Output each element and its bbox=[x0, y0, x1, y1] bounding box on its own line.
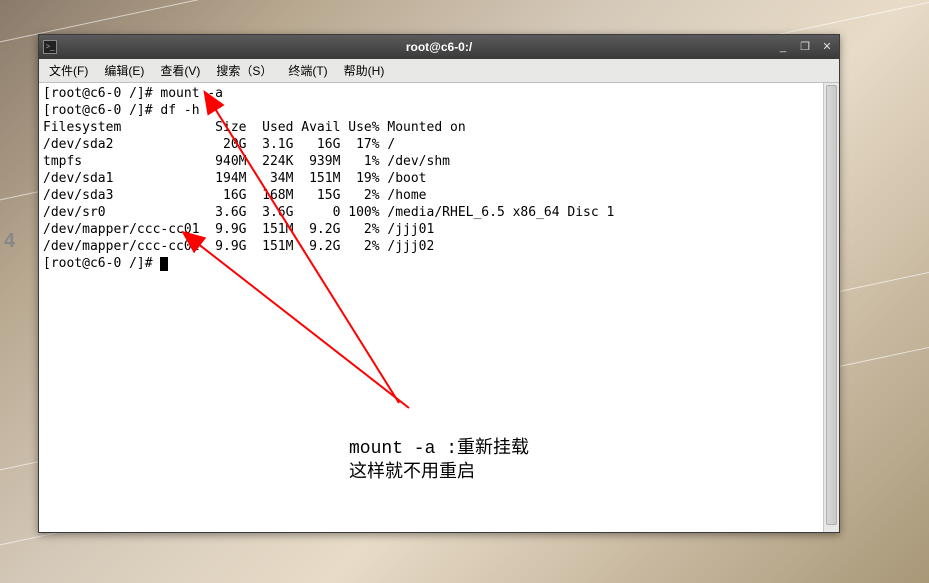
terminal-content[interactable]: [root@c6-0 /]# mount -a [root@c6-0 /]# d… bbox=[39, 83, 823, 532]
term-line: [root@c6-0 /]# df -h bbox=[43, 103, 200, 118]
cursor bbox=[160, 257, 168, 271]
scrollbar-thumb[interactable] bbox=[826, 85, 837, 525]
terminal-icon: >_ bbox=[43, 40, 57, 54]
term-line: /dev/sda2 20G 3.1G 16G 17% / bbox=[43, 137, 395, 152]
minimize-button[interactable]: _ bbox=[775, 39, 791, 55]
maximize-button[interactable]: ❐ bbox=[797, 39, 813, 55]
term-line: /dev/sda3 16G 168M 15G 2% /home bbox=[43, 188, 427, 203]
term-prompt: [root@c6-0 /]# bbox=[43, 256, 160, 271]
window-title: root@c6-0:/ bbox=[39, 40, 839, 54]
menu-terminal[interactable]: 终端(T) bbox=[280, 60, 335, 81]
annotation-line1: mount -a :重新挂载 bbox=[349, 439, 529, 459]
window-controls: _ ❐ ✕ bbox=[775, 39, 835, 55]
terminal-window: >_ root@c6-0:/ _ ❐ ✕ 文件(F) 编辑(E) 查看(V) 搜… bbox=[38, 34, 840, 533]
term-line: tmpfs 940M 224K 939M 1% /dev/shm bbox=[43, 154, 450, 169]
menu-view[interactable]: 查看(V) bbox=[152, 60, 208, 81]
menu-search[interactable]: 搜索（S） bbox=[208, 60, 280, 81]
term-line: /dev/mapper/ccc-cc02 9.9G 151M 9.2G 2% /… bbox=[43, 239, 434, 254]
term-line: Filesystem Size Used Avail Use% Mounted … bbox=[43, 120, 466, 135]
annotation-text: mount -a :重新挂载 这样就不用重启 bbox=[349, 413, 529, 485]
scrollbar[interactable] bbox=[823, 83, 839, 532]
watermark-number: 4 bbox=[4, 230, 15, 253]
term-line: /dev/sda1 194M 34M 151M 19% /boot bbox=[43, 171, 427, 186]
term-line: [root@c6-0 /]# mount -a bbox=[43, 86, 223, 101]
annotation-line2: 这样就不用重启 bbox=[349, 463, 475, 483]
term-line: /dev/mapper/ccc-cc01 9.9G 151M 9.2G 2% /… bbox=[43, 222, 434, 237]
menu-help[interactable]: 帮助(H) bbox=[336, 60, 393, 81]
close-button[interactable]: ✕ bbox=[819, 39, 835, 55]
menubar: 文件(F) 编辑(E) 查看(V) 搜索（S） 终端(T) 帮助(H) bbox=[39, 59, 839, 83]
terminal-area: [root@c6-0 /]# mount -a [root@c6-0 /]# d… bbox=[39, 83, 839, 532]
menu-file[interactable]: 文件(F) bbox=[41, 60, 96, 81]
term-line: /dev/sr0 3.6G 3.6G 0 100% /media/RHEL_6.… bbox=[43, 205, 614, 220]
menu-edit[interactable]: 编辑(E) bbox=[96, 60, 152, 81]
titlebar[interactable]: >_ root@c6-0:/ _ ❐ ✕ bbox=[39, 35, 839, 59]
